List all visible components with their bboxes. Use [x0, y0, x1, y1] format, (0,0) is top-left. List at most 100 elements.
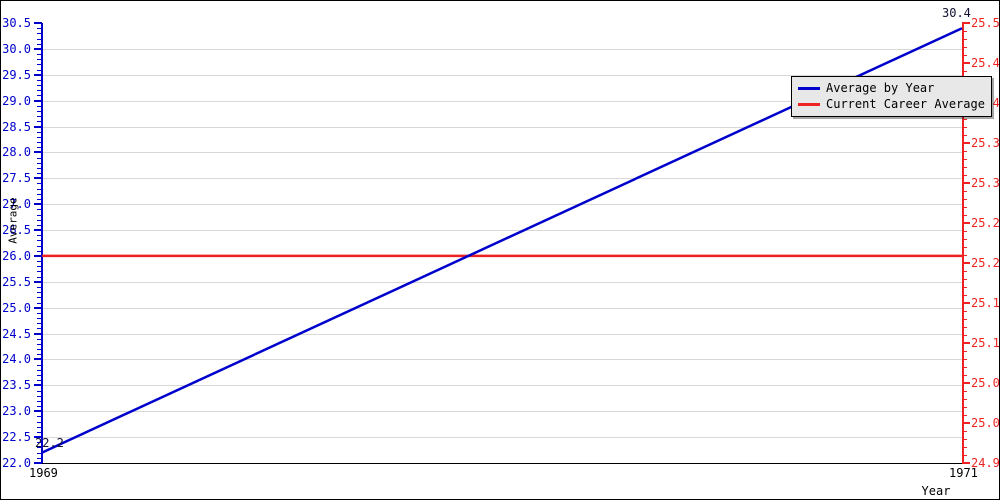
- y-axis-left-minor-tick: [37, 349, 42, 351]
- y-axis-left-minor-tick: [37, 452, 42, 454]
- y-axis-right-minor-tick: [962, 151, 967, 152]
- y-axis-left-minor-tick: [37, 90, 42, 92]
- y-axis-left-minor-tick: [37, 173, 42, 175]
- y-axis-left-minor-tick: [37, 193, 42, 195]
- y-axis-right-tick-label: 25.15: [971, 296, 1000, 310]
- y-axis-right-minor-tick: [962, 359, 967, 360]
- y-axis-left-minor-tick: [37, 302, 42, 304]
- y-axis-left-tick-label: 24.0: [2, 352, 31, 367]
- y-axis-right-tick-label: 25.30: [971, 176, 1000, 190]
- y-axis-right-minor-tick: [962, 135, 967, 136]
- y-axis-left-minor-tick: [37, 261, 42, 263]
- y-axis-left-minor-tick: [37, 395, 42, 397]
- y-axis-right-major-tick: [962, 222, 970, 224]
- y-axis-right-minor-tick: [962, 271, 967, 272]
- y-axis-right-tick-label: 25.05: [971, 376, 1000, 390]
- y-axis-left-major-tick: [34, 22, 42, 24]
- gridline: [41, 178, 963, 180]
- gridline: [41, 230, 963, 232]
- y-axis-left-major-tick: [34, 254, 42, 257]
- y-axis-right-tick-label: 25.10: [971, 336, 1000, 350]
- y-axis-left-minor-tick: [37, 33, 42, 35]
- y-axis-right-minor-tick: [962, 279, 967, 280]
- y-axis-right-minor-tick: [962, 439, 967, 440]
- y-axis-right-major-tick: [962, 142, 970, 144]
- y-axis-left-minor-tick: [37, 416, 42, 418]
- y-axis-left-major-tick: [34, 47, 42, 50]
- y-axis-left-minor-tick: [37, 323, 42, 325]
- legend-entry-current-career-average[interactable]: Current Career Average: [798, 96, 985, 112]
- gridline: [41, 48, 963, 50]
- y-axis-left-minor-tick: [37, 183, 42, 185]
- y-axis-right-tick-label: 25.35: [971, 136, 1000, 150]
- y-axis-left-minor-tick: [37, 354, 42, 356]
- y-axis-right-minor-tick: [962, 167, 967, 168]
- gridline: [41, 255, 963, 257]
- y-axis-left-minor-tick: [37, 426, 42, 428]
- y-axis-left-minor-tick: [37, 328, 42, 330]
- gridline: [41, 204, 963, 206]
- y-axis-left-minor-tick: [37, 318, 42, 320]
- chart-legend[interactable]: Average by Year Current Career Average: [791, 76, 992, 117]
- y-axis-left-minor-tick: [37, 375, 42, 376]
- gridline: [41, 437, 963, 439]
- y-axis-left-minor-tick: [37, 235, 42, 237]
- y-axis-right-minor-tick: [962, 47, 967, 48]
- y-axis-left-major-tick: [34, 332, 42, 335]
- y-axis-left-minor-tick: [37, 167, 42, 169]
- y-axis-left-major-tick: [34, 410, 42, 413]
- y-axis-right-minor-tick: [962, 447, 967, 448]
- y-axis-right-minor-tick: [962, 55, 967, 56]
- y-axis-left-minor-tick: [37, 28, 42, 30]
- y-axis-right-minor-tick: [962, 415, 967, 416]
- y-axis-right-minor-tick: [962, 39, 967, 40]
- y-axis-left-minor-tick: [37, 431, 42, 433]
- y-axis-right-major-tick: [962, 302, 970, 304]
- legend-entry-average-by-year[interactable]: Average by Year: [798, 80, 985, 96]
- y-axis-right-minor-tick: [962, 399, 967, 400]
- y-axis-left-minor-tick: [37, 224, 42, 226]
- x-tick-label-end: 1971: [949, 466, 978, 480]
- y-axis-left-line: [41, 23, 43, 464]
- y-axis-left-minor-tick: [37, 250, 42, 252]
- y-axis-right-minor-tick: [962, 351, 967, 352]
- x-axis-title: Year: [921, 484, 951, 498]
- y-axis-right-minor-tick: [962, 375, 967, 376]
- y-axis-right-minor-tick: [962, 295, 967, 296]
- y-axis-right-minor-tick: [962, 231, 967, 232]
- y-axis-left-minor-tick: [37, 79, 42, 81]
- y-axis-left-minor-tick: [37, 38, 42, 40]
- y-axis-left-minor-tick: [37, 406, 42, 408]
- y-axis-right-minor-tick: [962, 367, 967, 368]
- gridline: [41, 152, 963, 154]
- y-axis-left-tick-label: 28.0: [2, 145, 31, 160]
- y-axis-right-minor-tick: [962, 335, 967, 336]
- y-axis-right-minor-tick: [962, 431, 967, 432]
- y-axis-left-major-tick: [34, 203, 42, 206]
- y-axis-left-minor-tick: [37, 162, 42, 164]
- y-axis-left-major-tick: [34, 384, 42, 387]
- y-axis-right-minor-tick: [962, 119, 967, 120]
- y-axis-left-minor-tick: [37, 380, 42, 382]
- y-axis-left-minor-tick: [37, 343, 42, 345]
- y-axis-left-minor-tick: [37, 297, 42, 299]
- y-axis-left-minor-tick: [37, 95, 42, 97]
- y-axis-left-major-tick: [34, 358, 42, 361]
- y-axis-left-minor-tick: [37, 199, 42, 200]
- y-axis-left-tick-label: 27.5: [2, 171, 31, 186]
- y-axis-right-major-tick: [962, 22, 970, 24]
- y-axis-right-tick-label: 25.45: [971, 56, 1000, 70]
- y-axis-left-minor-tick: [37, 219, 42, 221]
- y-axis-left-major-tick: [34, 177, 42, 180]
- y-axis-left-tick-label: 23.5: [2, 378, 31, 393]
- y-axis-left-major-tick: [34, 306, 42, 309]
- y-axis-left-tick-label: 23.0: [2, 404, 31, 419]
- y-axis-left-major-tick: [34, 229, 42, 232]
- y-axis-right-minor-tick: [962, 199, 967, 200]
- y-axis-left-tick-label: 25.5: [2, 274, 31, 289]
- y-axis-left-minor-tick: [37, 121, 42, 123]
- y-axis-left-minor-tick: [37, 364, 42, 366]
- y-axis-left-tick-label: 24.5: [2, 326, 31, 341]
- y-axis-left-tick-label: 30.0: [2, 41, 31, 56]
- chart-container: 30.5 30.0 29.5 29.0 28.5 28.0 27.5 27.0 26.5 26.0…: [0, 0, 1000, 500]
